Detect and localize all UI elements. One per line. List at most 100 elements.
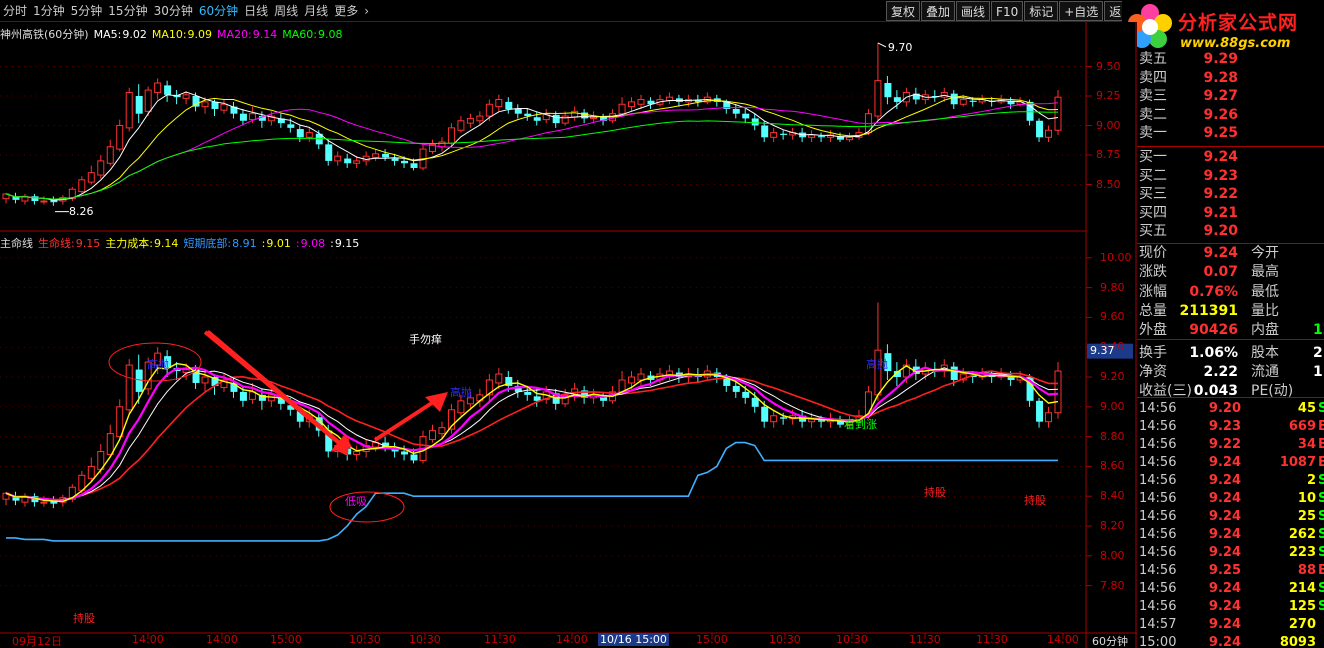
main-candle-body <box>305 132 313 138</box>
trade-row: 14:56 9.23 669 B <box>1137 418 1324 436</box>
kline-chart[interactable] <box>0 22 1137 648</box>
main-y-tick-label: 9.00 <box>1096 118 1121 132</box>
trade-price: 9.24 <box>1208 509 1241 524</box>
quote-stat: 换手 1.06% 股本 2 <box>1137 344 1324 362</box>
restore-right-button[interactable]: 复权 <box>886 1 921 21</box>
trade-side: B <box>1318 419 1324 434</box>
sub-y-tick-label: 9.80 <box>1100 280 1125 294</box>
time-axis-label: 10/16 15:00 <box>598 633 669 646</box>
tab-period-tick[interactable]: 分时 <box>0 0 30 22</box>
sub-candle-body <box>428 430 436 441</box>
sub-candle-body <box>1054 370 1062 414</box>
main-candle-body <box>533 117 541 121</box>
sell-level-value: 9.28 <box>1203 69 1238 86</box>
quote-stat: 涨跌 0.07 最高 <box>1137 263 1324 281</box>
main-candle-body <box>372 153 380 158</box>
main-candle-body <box>751 118 759 126</box>
sub-candle-body <box>40 501 48 504</box>
main-candle-body <box>97 160 105 176</box>
sub-panel-title: 主命线 <box>0 237 33 250</box>
quote-stat-label: 外盘 <box>1139 322 1167 339</box>
main-candle-body <box>144 89 152 112</box>
quote-stat-label2: 流通 <box>1251 363 1279 380</box>
quote-divider <box>1137 146 1324 147</box>
main-panel-header: 神州高铁(60分钟) MA5:9.02 MA10:9.09 MA20:9.14 MA60… <box>0 26 342 42</box>
draw-line-button[interactable]: 画线 <box>956 1 991 21</box>
main-candle-body <box>1045 129 1053 138</box>
sell-level-label: 卖五 <box>1139 51 1167 67</box>
trade-side: S <box>1318 473 1324 488</box>
sub-candle-body <box>818 420 826 422</box>
sub-indicator-value: 9.01 <box>266 237 291 250</box>
tab-period-15min[interactable]: 15分钟 <box>105 0 150 22</box>
overlay-button[interactable]: 叠加 <box>921 1 956 21</box>
trade-price: 9.24 <box>1208 581 1241 596</box>
trade-price: 9.20 <box>1208 401 1241 416</box>
mark-button[interactable]: 标记 <box>1024 1 1059 21</box>
quote-stat-label: 涨幅 <box>1139 283 1167 300</box>
sub-indicator-value: 9.15 <box>334 237 360 250</box>
quote-stat-value: 211391 <box>1179 302 1238 319</box>
trade-time: 14:57 <box>1139 617 1177 632</box>
main-candle-body <box>845 136 853 141</box>
sub-candle-body <box>637 373 645 381</box>
main-candle-body <box>164 85 172 95</box>
buy-level-value: 9.20 <box>1203 223 1238 240</box>
time-axis-label: 15:00 <box>270 633 302 646</box>
trade-row: 14:56 9.24 10 S <box>1137 490 1324 508</box>
main-candle-body <box>732 108 740 114</box>
tab-period-month[interactable]: 月线 <box>301 0 331 22</box>
main-y-tick-label: 8.75 <box>1096 148 1121 161</box>
main-candle-body <box>628 101 636 108</box>
time-axis-label: 10:30 <box>409 633 441 646</box>
main-candle-body <box>31 196 39 202</box>
trade-row: 15:00 9.24 8093 <box>1137 634 1324 648</box>
main-indicator: MA5:9.02 <box>94 28 147 41</box>
quote-stat-value: 90426 <box>1189 322 1238 339</box>
sub-indicator: :9.15 <box>330 237 359 250</box>
main-candle-body <box>154 82 162 93</box>
quote-stat-label: 涨跌 <box>1139 264 1167 281</box>
tab-period-1min[interactable]: 1分钟 <box>30 0 68 22</box>
trade-volume: 1087 <box>1279 455 1316 470</box>
main-candle-body <box>353 160 361 164</box>
sell-level-label: 卖一 <box>1139 125 1167 141</box>
trade-price: 9.24 <box>1208 455 1241 470</box>
sell-level-value: 9.29 <box>1203 51 1238 67</box>
sub-y-tick-label: 8.00 <box>1100 548 1125 562</box>
buy-level-label: 买一 <box>1139 149 1167 165</box>
tab-period-day[interactable]: 日线 <box>241 0 271 22</box>
quote-stat-value2: 2 <box>1313 344 1323 361</box>
tab-period-60min[interactable]: 60分钟 <box>196 0 241 22</box>
sub-y-tick-label: 7.80 <box>1100 578 1125 592</box>
tab-period-5min[interactable]: 5分钟 <box>68 0 106 22</box>
time-axis-label: 10:30 <box>349 633 381 646</box>
main-candle-body <box>770 132 778 138</box>
main-candle-body <box>344 158 352 164</box>
quote-divider <box>1137 397 1324 398</box>
sell-level: 卖二 9.26 <box>1137 106 1324 124</box>
quote-stat-label: 净资 <box>1139 363 1167 380</box>
tab-period-week[interactable]: 周线 <box>271 0 301 22</box>
sub-y-tick-label: 9.00 <box>1100 399 1125 413</box>
sub-y-tick-label: 9.20 <box>1100 370 1125 383</box>
trade-volume: 45 <box>1297 401 1316 416</box>
tab-period-30min[interactable]: 30分钟 <box>151 0 196 22</box>
time-axis-label: 10:30 <box>836 633 868 646</box>
main-indicator: MA20:9.14 <box>217 28 277 41</box>
add-watchlist-button[interactable]: +自选 <box>1059 1 1104 21</box>
main-candle-body <box>457 120 465 131</box>
trade-time: 14:56 <box>1139 419 1177 434</box>
main-candle-body <box>182 94 190 99</box>
logo-url[interactable]: www.88gs.com <box>1180 36 1290 51</box>
trade-time: 14:56 <box>1139 473 1177 488</box>
sub-candle-body <box>524 391 532 395</box>
main-indicator-label: MA10: <box>151 28 187 41</box>
f10-button[interactable]: F10 <box>991 1 1024 21</box>
trade-time: 14:56 <box>1139 491 1177 506</box>
trade-price: 9.24 <box>1208 545 1241 560</box>
chevron-right-icon[interactable]: › <box>361 0 372 22</box>
main-candle-body <box>1036 120 1044 138</box>
quote-stat-label2: 量比 <box>1251 302 1279 319</box>
tab-period-more[interactable]: 更多 <box>331 0 361 22</box>
